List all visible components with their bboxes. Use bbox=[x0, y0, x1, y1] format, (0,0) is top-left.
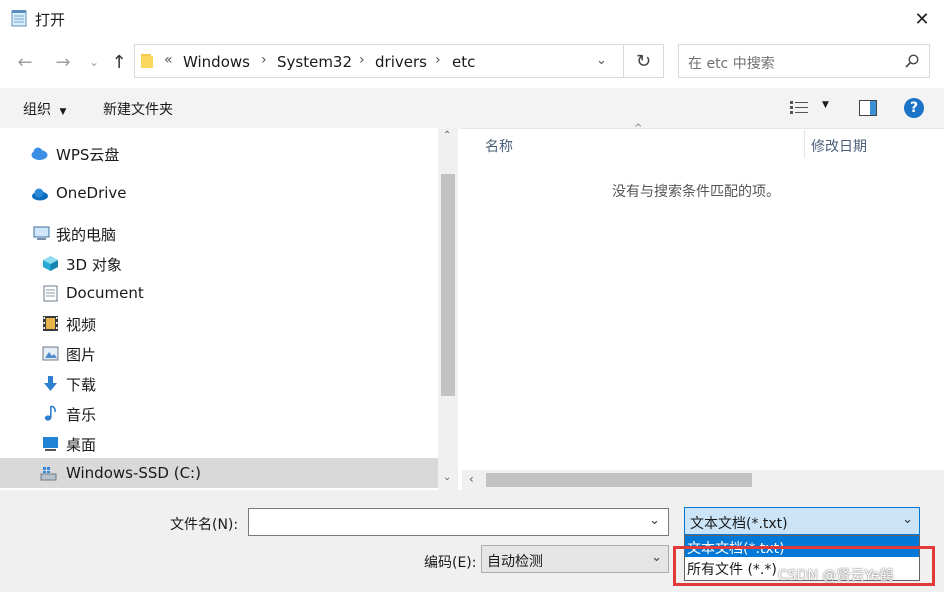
sidebar-item-downloads[interactable]: 下载 bbox=[0, 368, 438, 398]
sidebar-item-pictures[interactable]: 图片 bbox=[0, 338, 438, 368]
folder-icon bbox=[141, 54, 153, 68]
encoding-label: 编码(E): bbox=[424, 555, 477, 571]
sidebar-item-onedrive[interactable]: OneDrive bbox=[0, 178, 438, 208]
encoding-select[interactable]: 自动检测 ⌄ bbox=[481, 545, 669, 573]
chevron-down-icon: ⌄ bbox=[651, 550, 662, 565]
sort-ascending-icon: ^ bbox=[634, 123, 643, 134]
arrow-right-icon: → bbox=[55, 51, 71, 73]
empty-results-message: 没有与搜索条件匹配的项。 bbox=[612, 184, 780, 200]
video-icon bbox=[43, 316, 58, 331]
cloud-icon bbox=[31, 147, 48, 160]
watermark-text: CSDN @贤云Ye鹤 bbox=[778, 568, 894, 584]
computer-icon bbox=[33, 226, 50, 240]
close-icon: ✕ bbox=[914, 8, 930, 30]
refresh-icon: ↻ bbox=[635, 50, 652, 72]
scroll-up-icon[interactable]: ⌃ bbox=[443, 130, 451, 141]
organize-button[interactable]: 组织 ▼ bbox=[23, 99, 66, 119]
toolbar: 组织 ▼ 新建文件夹 ▼ ? bbox=[0, 88, 944, 129]
address-history-chevron-icon[interactable]: ⌄ bbox=[596, 53, 607, 68]
column-header-name[interactable]: 名称 bbox=[485, 136, 513, 156]
sidebar-item-my-computer[interactable]: 我的电脑 bbox=[0, 218, 438, 248]
3d-objects-icon bbox=[43, 256, 58, 271]
caret-down-icon: ▼ bbox=[822, 100, 829, 110]
breadcrumb-separator-icon[interactable]: › bbox=[359, 52, 365, 68]
new-folder-label: 新建文件夹 bbox=[103, 102, 173, 118]
details-view-icon bbox=[790, 101, 808, 114]
filename-label: 文件名(N): bbox=[170, 517, 239, 533]
search-input[interactable]: 在 etc 中搜索 bbox=[678, 44, 930, 78]
sidebar-item-wps-cloud[interactable]: WPS云盘 bbox=[0, 138, 438, 168]
sidebar-item-label: 3D 对象 bbox=[66, 256, 122, 274]
breadcrumb-separator-icon[interactable]: › bbox=[435, 52, 441, 68]
breadcrumb-separator-icon[interactable]: › bbox=[261, 52, 267, 68]
sidebar-item-label: Document bbox=[66, 284, 144, 302]
music-icon bbox=[44, 405, 56, 421]
arrow-up-icon: ↑ bbox=[111, 51, 127, 73]
breadcrumb-system32[interactable]: System32 bbox=[277, 53, 352, 71]
filename-input[interactable]: ⌄ bbox=[248, 508, 669, 536]
filetype-select[interactable]: 文本文档(*.txt) ⌄ bbox=[684, 507, 920, 535]
title-bar: 打开 ✕ bbox=[0, 0, 944, 38]
sidebar-item-label: Windows-SSD (C:) bbox=[66, 464, 201, 482]
breadcrumb-drivers[interactable]: drivers bbox=[375, 53, 427, 71]
drive-icon bbox=[40, 467, 57, 481]
sidebar-item-label: 桌面 bbox=[66, 436, 97, 454]
chevron-down-icon: ⌄ bbox=[88, 55, 100, 69]
sidebar-item-label: 音乐 bbox=[66, 406, 97, 424]
breadcrumb-etc[interactable]: etc bbox=[452, 53, 475, 71]
download-icon bbox=[44, 376, 57, 391]
sidebar-item-label: 视频 bbox=[66, 316, 97, 334]
new-folder-button[interactable]: 新建文件夹 bbox=[103, 99, 173, 119]
sidebar-item-label: 下载 bbox=[66, 376, 97, 394]
help-icon: ? bbox=[909, 100, 919, 116]
sidebar-item-videos[interactable]: 视频 bbox=[0, 308, 438, 338]
notepad-icon bbox=[11, 10, 27, 27]
caret-down-icon: ▼ bbox=[59, 107, 67, 117]
help-button[interactable]: ? bbox=[904, 98, 924, 118]
onedrive-cloud-icon bbox=[32, 188, 48, 201]
view-options-button[interactable]: ▼ bbox=[790, 98, 832, 118]
filetype-value: 文本文档(*.txt) bbox=[690, 516, 788, 532]
chevron-down-icon: ⌄ bbox=[902, 512, 913, 527]
window-title: 打开 bbox=[35, 11, 66, 29]
column-divider[interactable] bbox=[804, 130, 805, 158]
close-button[interactable]: ✕ bbox=[900, 0, 944, 38]
sidebar-item-desktop[interactable]: 桌面 bbox=[0, 428, 438, 458]
refresh-button[interactable]: ↻ bbox=[624, 44, 664, 78]
chevron-down-icon[interactable]: ⌄ bbox=[649, 513, 660, 528]
sidebar-item-document[interactable]: Document bbox=[0, 278, 438, 308]
document-icon bbox=[43, 285, 58, 302]
sidebar-item-label: WPS云盘 bbox=[56, 146, 120, 164]
navigation-pane: WPS云盘 OneDrive 我的电脑 3D 对象 Document 视频 图片… bbox=[0, 128, 460, 490]
forward-button[interactable]: → bbox=[51, 49, 75, 75]
organize-label: 组织 bbox=[23, 102, 51, 118]
navigation-scroll-thumb[interactable] bbox=[441, 174, 455, 396]
overflow-chevron-icon[interactable]: « bbox=[164, 52, 173, 68]
desktop-icon bbox=[43, 437, 58, 451]
search-placeholder: 在 etc 中搜索 bbox=[688, 56, 775, 72]
back-button[interactable]: ← bbox=[13, 49, 37, 75]
sidebar-item-label: 我的电脑 bbox=[56, 226, 117, 244]
sidebar-item-windows-ssd[interactable]: Windows-SSD (C:) bbox=[0, 458, 438, 488]
arrow-left-icon: ← bbox=[17, 51, 33, 73]
up-button[interactable]: ↑ bbox=[107, 49, 131, 75]
preview-pane-icon[interactable] bbox=[859, 100, 877, 116]
recent-locations-button[interactable]: ⌄ bbox=[82, 49, 106, 75]
horizontal-scroll-thumb[interactable] bbox=[486, 473, 752, 487]
encoding-value: 自动检测 bbox=[487, 554, 543, 570]
scroll-down-icon[interactable]: ⌄ bbox=[443, 472, 451, 483]
sidebar-item-label: 图片 bbox=[66, 346, 97, 364]
scroll-left-icon[interactable]: ‹ bbox=[469, 472, 474, 486]
column-header-modified-date[interactable]: 修改日期 bbox=[811, 136, 867, 156]
sidebar-item-music[interactable]: 音乐 bbox=[0, 398, 438, 428]
breadcrumb-windows[interactable]: Windows bbox=[183, 53, 250, 71]
sidebar-item-label: OneDrive bbox=[56, 184, 127, 202]
sidebar-item-3d-objects[interactable]: 3D 对象 bbox=[0, 248, 438, 278]
search-icon bbox=[905, 54, 919, 68]
picture-icon bbox=[42, 346, 59, 361]
